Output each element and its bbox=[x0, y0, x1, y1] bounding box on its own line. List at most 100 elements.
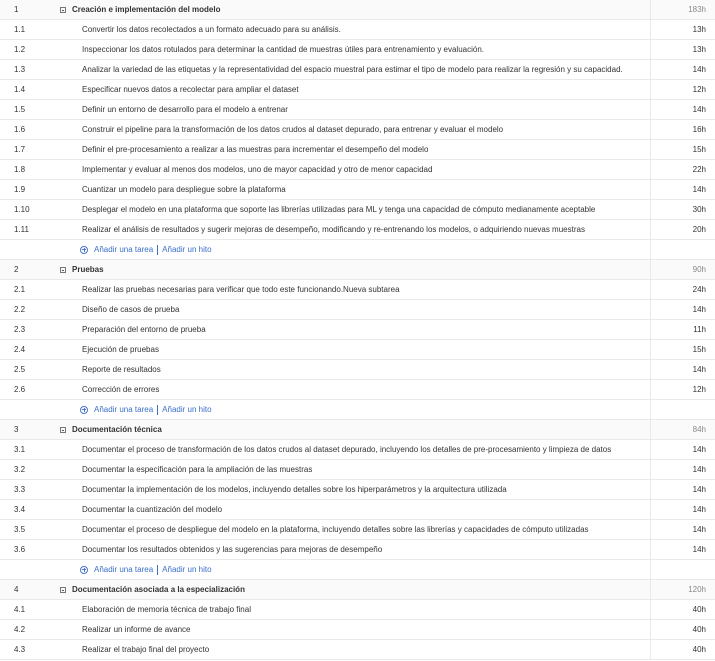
task-row[interactable]: 3.3 Documentar la implementación de los … bbox=[0, 480, 715, 500]
group-name[interactable]: Pruebas bbox=[72, 265, 650, 274]
group-row[interactable]: 4 Documentación asociada a la especializ… bbox=[0, 580, 715, 600]
task-name[interactable]: Ejecución de pruebas bbox=[72, 345, 650, 354]
task-row[interactable]: 1.11 Realizar el análisis de resultados … bbox=[0, 220, 715, 240]
add-milestone-link[interactable]: Añadir un hito bbox=[162, 565, 211, 574]
collapse-toggle[interactable] bbox=[60, 586, 72, 593]
minus-box-icon[interactable] bbox=[60, 586, 66, 593]
task-hours[interactable]: 15h bbox=[650, 140, 715, 159]
task-name[interactable]: Convertir los datos recolectados a un fo… bbox=[72, 25, 650, 34]
task-row[interactable]: 2.2 Diseño de casos de prueba 14h bbox=[0, 300, 715, 320]
add-task-link[interactable]: Añadir una tarea bbox=[94, 245, 153, 254]
task-row[interactable]: 1.5 Definir un entorno de desarrollo par… bbox=[0, 100, 715, 120]
task-hours[interactable]: 14h bbox=[650, 100, 715, 119]
task-name[interactable]: Realizar el trabajo final del proyecto bbox=[72, 645, 650, 654]
task-hours[interactable]: 13h bbox=[650, 20, 715, 39]
task-row[interactable]: 4.1 Elaboración de memoria técnica de tr… bbox=[0, 600, 715, 620]
task-row[interactable]: 1.7 Definir el pre-procesamiento a reali… bbox=[0, 140, 715, 160]
minus-box-icon[interactable] bbox=[60, 266, 66, 273]
task-row[interactable]: 3.1 Documentar el proceso de transformac… bbox=[0, 440, 715, 460]
task-hours[interactable]: 40h bbox=[650, 620, 715, 639]
add-task-link[interactable]: Añadir una tarea bbox=[94, 565, 153, 574]
task-name[interactable]: Implementar y evaluar al menos dos model… bbox=[72, 165, 650, 174]
task-name[interactable]: Inspeccionar los datos rotulados para de… bbox=[72, 45, 650, 54]
task-hours[interactable]: 22h bbox=[650, 160, 715, 179]
task-name[interactable]: Especificar nuevos datos a recolectar pa… bbox=[72, 85, 650, 94]
task-hours[interactable]: 15h bbox=[650, 340, 715, 359]
minus-box-icon[interactable] bbox=[60, 6, 66, 13]
task-name[interactable]: Diseño de casos de prueba bbox=[72, 305, 650, 314]
task-hours[interactable]: 40h bbox=[650, 640, 715, 659]
task-hours[interactable]: 14h bbox=[650, 540, 715, 559]
task-row[interactable]: 2.6 Corrección de errores 12h bbox=[0, 380, 715, 400]
task-hours[interactable]: 14h bbox=[650, 360, 715, 379]
task-hours[interactable]: 14h bbox=[650, 500, 715, 519]
task-row[interactable]: 3.2 Documentar la especificación para la… bbox=[0, 460, 715, 480]
task-row[interactable]: 1.3 Analizar la variedad de las etiqueta… bbox=[0, 60, 715, 80]
task-hours[interactable]: 11h bbox=[650, 320, 715, 339]
task-name[interactable]: Documentar el proceso de transformación … bbox=[72, 445, 650, 454]
plus-circle-icon[interactable] bbox=[80, 405, 88, 414]
task-row[interactable]: 1.6 Construir el pipeline para la transf… bbox=[0, 120, 715, 140]
group-name[interactable]: Documentación técnica bbox=[72, 425, 650, 434]
task-row[interactable]: 2.1 Realizar las pruebas necesarias para… bbox=[0, 280, 715, 300]
task-name[interactable]: Cuantizar un modelo para despliegue sobr… bbox=[72, 185, 650, 194]
collapse-toggle[interactable] bbox=[60, 266, 72, 273]
task-hours[interactable]: 14h bbox=[650, 180, 715, 199]
task-name[interactable]: Documentar la implementación de los mode… bbox=[72, 485, 650, 494]
task-hours[interactable]: 12h bbox=[650, 380, 715, 399]
task-row[interactable]: 1.1 Convertir los datos recolectados a u… bbox=[0, 20, 715, 40]
task-name[interactable]: Analizar la variedad de las etiquetas y … bbox=[72, 65, 650, 74]
task-hours[interactable]: 13h bbox=[650, 40, 715, 59]
task-hours[interactable]: 30h bbox=[650, 200, 715, 219]
task-row[interactable]: 1.8 Implementar y evaluar al menos dos m… bbox=[0, 160, 715, 180]
task-name[interactable]: Elaboración de memoria técnica de trabaj… bbox=[72, 605, 650, 614]
task-name[interactable]: Realizar un informe de avance bbox=[72, 625, 650, 634]
task-hours[interactable]: 12h bbox=[650, 80, 715, 99]
task-hours[interactable]: 20h bbox=[650, 220, 715, 239]
task-row[interactable]: 2.4 Ejecución de pruebas 15h bbox=[0, 340, 715, 360]
minus-box-icon[interactable] bbox=[60, 426, 66, 433]
task-row[interactable]: 1.4 Especificar nuevos datos a recolecta… bbox=[0, 80, 715, 100]
task-hours[interactable]: 40h bbox=[650, 600, 715, 619]
task-row[interactable]: 1.2 Inspeccionar los datos rotulados par… bbox=[0, 40, 715, 60]
task-hours[interactable]: 14h bbox=[650, 520, 715, 539]
plus-circle-icon[interactable] bbox=[80, 245, 88, 254]
task-name[interactable]: Realizar las pruebas necesarias para ver… bbox=[72, 285, 650, 294]
group-row[interactable]: 2 Pruebas 90h bbox=[0, 260, 715, 280]
task-row[interactable]: 2.3 Preparación del entorno de prueba 11… bbox=[0, 320, 715, 340]
task-name[interactable]: Preparación del entorno de prueba bbox=[72, 325, 650, 334]
task-row[interactable]: 4.2 Realizar un informe de avance 40h bbox=[0, 620, 715, 640]
task-hours[interactable]: 24h bbox=[650, 280, 715, 299]
task-name[interactable]: Desplegar el modelo en una plataforma qu… bbox=[72, 205, 650, 214]
group-row[interactable]: 3 Documentación técnica 84h bbox=[0, 420, 715, 440]
task-name[interactable]: Reporte de resultados bbox=[72, 365, 650, 374]
add-milestone-link[interactable]: Añadir un hito bbox=[162, 405, 211, 414]
task-row[interactable]: 2.5 Reporte de resultados 14h bbox=[0, 360, 715, 380]
add-milestone-link[interactable]: Añadir un hito bbox=[162, 245, 211, 254]
collapse-toggle[interactable] bbox=[60, 426, 72, 433]
task-row[interactable]: 3.6 Documentar los resultados obtenidos … bbox=[0, 540, 715, 560]
task-row[interactable]: 3.5 Documentar el proceso de despliegue … bbox=[0, 520, 715, 540]
task-row[interactable]: 3.4 Documentar la cuantización del model… bbox=[0, 500, 715, 520]
task-hours[interactable]: 14h bbox=[650, 300, 715, 319]
task-row[interactable]: 4.3 Realizar el trabajo final del proyec… bbox=[0, 640, 715, 660]
task-hours[interactable]: 16h bbox=[650, 120, 715, 139]
task-hours[interactable]: 14h bbox=[650, 460, 715, 479]
task-name[interactable]: Documentar los resultados obtenidos y la… bbox=[72, 545, 650, 554]
task-hours[interactable]: 14h bbox=[650, 60, 715, 79]
group-name[interactable]: Documentación asociada a la especializac… bbox=[72, 585, 650, 594]
task-hours[interactable]: 14h bbox=[650, 480, 715, 499]
task-name[interactable]: Definir un entorno de desarrollo para el… bbox=[72, 105, 650, 114]
task-hours[interactable]: 14h bbox=[650, 440, 715, 459]
task-name[interactable]: Documentar la cuantización del modelo bbox=[72, 505, 650, 514]
task-row[interactable]: 1.10 Desplegar el modelo en una platafor… bbox=[0, 200, 715, 220]
task-name[interactable]: Documentar la especificación para la amp… bbox=[72, 465, 650, 474]
plus-circle-icon[interactable] bbox=[80, 565, 88, 574]
task-name[interactable]: Corrección de errores bbox=[72, 385, 650, 394]
collapse-toggle[interactable] bbox=[60, 6, 72, 13]
task-name[interactable]: Definir el pre-procesamiento a realizar … bbox=[72, 145, 650, 154]
task-name[interactable]: Realizar el análisis de resultados y sug… bbox=[72, 225, 650, 234]
add-task-link[interactable]: Añadir una tarea bbox=[94, 405, 153, 414]
task-name[interactable]: Documentar el proceso de despliegue del … bbox=[72, 525, 650, 534]
task-name[interactable]: Construir el pipeline para la transforma… bbox=[72, 125, 650, 134]
